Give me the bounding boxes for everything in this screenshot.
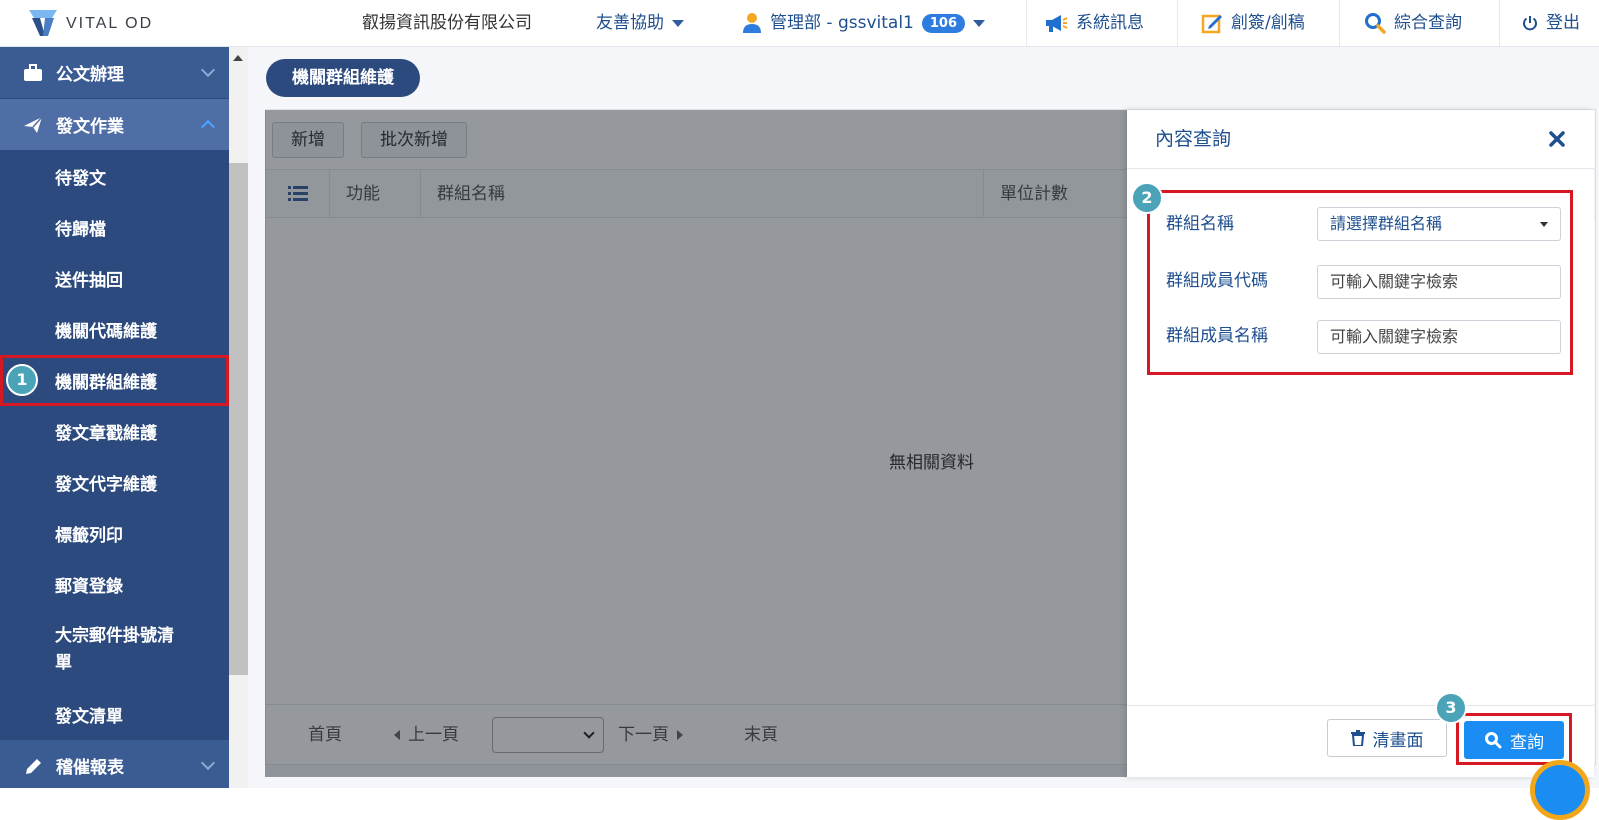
trash-icon: [1350, 730, 1365, 746]
drawer-footer: 清畫面 3 查詢: [1127, 692, 1594, 777]
modal-backdrop[interactable]: [265, 110, 1127, 777]
create-draft-link[interactable]: 創簽/創稿: [1201, 0, 1305, 46]
sidebar: 公文辦理 發文作業 待發文 待歸檔 送件抽回 機關代碼維護 1 機關群組維護 發…: [0, 47, 229, 788]
sidebar-item-label: 郵資登錄: [55, 577, 123, 597]
user-icon: [743, 13, 761, 33]
sidebar-group-document-handling[interactable]: 公文辦理: [0, 47, 229, 99]
sidebar-group-label: 發文作業: [56, 117, 124, 137]
sidebar-item-label: 送件抽回: [55, 271, 123, 291]
sidebar-item-dispatch-list[interactable]: 發文清單: [0, 689, 229, 740]
create-draft-label: 創簽/創稿: [1231, 13, 1305, 33]
logout-label: 登出: [1546, 13, 1580, 33]
logo-icon: [29, 10, 57, 36]
sidebar-item-postage[interactable]: 郵資登錄: [0, 559, 229, 610]
sidebar-item-withdraw[interactable]: 送件抽回: [0, 253, 229, 304]
global-search-link[interactable]: 綜合查詢: [1364, 0, 1462, 46]
system-message-label: 系統訊息: [1076, 13, 1144, 33]
sidebar-group-reports[interactable]: 稽催報表: [0, 740, 229, 788]
top-bar: VITAL OD 叡揚資訊股份有限公司 友善協助 管理部 - gssvital1…: [0, 0, 1599, 47]
divider: [1339, 0, 1340, 46]
edit-icon: [1201, 14, 1222, 34]
sidebar-item-bulk-mail[interactable]: 大宗郵件掛號清單: [0, 610, 229, 689]
close-icon[interactable]: [1548, 130, 1566, 148]
sidebar-group-label: 稽催報表: [56, 758, 124, 778]
paper-plane-icon: [22, 114, 44, 136]
member-name-placeholder: 可輸入關鍵字檢索: [1330, 327, 1459, 346]
page-title: 機關群組維護: [266, 59, 420, 97]
field-label-group-name: 群組名稱: [1166, 214, 1234, 234]
user-label: 管理部 - gssvital1: [770, 13, 914, 33]
sidebar-item-label: 機關代碼維護: [55, 322, 157, 342]
query-form: 2 群組名稱 請選擇群組名稱 群組成員代碼 可輸入關鍵字檢索 群組成員名稱 可輸…: [1131, 182, 1573, 375]
drawer-header: 內容查詢: [1127, 110, 1594, 169]
search-icon: [1485, 732, 1502, 749]
sidebar-item-agency-code[interactable]: 機關代碼維護: [0, 304, 229, 355]
megaphone-icon: [1046, 15, 1068, 32]
chevron-down-icon: [200, 755, 216, 771]
global-search-label: 綜合查詢: [1394, 13, 1462, 33]
notification-badge: 106: [921, 13, 965, 33]
sidebar-item-label: 待發文: [55, 169, 106, 189]
sidebar-item-label: 發文清單: [55, 707, 123, 727]
chevron-down-icon: [973, 19, 985, 27]
chevron-down-icon: [672, 19, 684, 27]
query-button-highlight: 3 查詢: [1435, 692, 1572, 765]
step-marker-3: 3: [1435, 692, 1467, 724]
sidebar-item-label: 標籤列印: [55, 526, 123, 546]
sidebar-item-label: 大宗郵件掛號清單: [55, 625, 174, 673]
scroll-up-arrow-icon[interactable]: [233, 55, 243, 61]
group-name-select-value: 請選擇群組名稱: [1330, 214, 1443, 233]
sidebar-item-label: 發文代字維護: [55, 475, 157, 495]
search-icon: [1365, 13, 1386, 34]
sidebar-item-stamp[interactable]: 發文章戳維護: [0, 406, 229, 457]
divider: [1177, 0, 1178, 46]
sidebar-item-label-print[interactable]: 標籤列印: [0, 508, 229, 559]
clear-button[interactable]: 清畫面: [1327, 719, 1447, 757]
divider: [1026, 0, 1027, 46]
caret-down-icon: [1540, 222, 1548, 227]
chevron-down-icon: [200, 62, 216, 78]
field-label-member-code: 群組成員代碼: [1166, 271, 1268, 291]
sidebar-item-agency-group[interactable]: 1 機關群組維護: [0, 355, 229, 406]
assist-menu[interactable]: 友善協助: [596, 0, 684, 46]
sidebar-group-label: 公文辦理: [56, 65, 124, 85]
drawer-title: 內容查詢: [1155, 128, 1232, 150]
sidebar-item-label: 待歸檔: [55, 220, 106, 240]
chevron-up-icon: [200, 119, 216, 135]
sidebar-item-pending-archive[interactable]: 待歸檔: [0, 202, 229, 253]
logo-text: VITAL OD: [66, 15, 154, 32]
scrollbar-thumb[interactable]: [229, 163, 248, 675]
company-name: 叡揚資訊股份有限公司: [362, 13, 532, 33]
sidebar-scrollbar[interactable]: [229, 47, 248, 788]
assist-label: 友善協助: [596, 13, 664, 33]
briefcase-icon: [22, 62, 44, 84]
user-menu[interactable]: 管理部 - gssvital1 106: [742, 0, 985, 46]
group-name-select[interactable]: 請選擇群組名稱: [1317, 207, 1561, 241]
power-icon: [1523, 16, 1537, 31]
member-name-input[interactable]: 可輸入關鍵字檢索: [1317, 320, 1561, 354]
pen-icon: [22, 755, 44, 777]
step-marker-2: 2: [1131, 182, 1163, 214]
sidebar-group-outgoing[interactable]: 發文作業: [0, 99, 229, 151]
logout-link[interactable]: 登出: [1522, 0, 1580, 46]
query-button[interactable]: 查詢: [1464, 721, 1564, 759]
sidebar-item-prefix[interactable]: 發文代字維護: [0, 457, 229, 508]
member-code-placeholder: 可輸入關鍵字檢索: [1330, 272, 1459, 291]
help-float-button[interactable]: [1530, 760, 1590, 820]
sidebar-item-label: 機關群組維護: [55, 373, 157, 393]
sidebar-item-label: 發文章戳維護: [55, 424, 157, 444]
field-label-member-name: 群組成員名稱: [1166, 326, 1268, 346]
step-marker-1: 1: [6, 364, 38, 396]
query-button-label: 查詢: [1510, 732, 1544, 753]
member-code-input[interactable]: 可輸入關鍵字檢索: [1317, 265, 1561, 299]
logo[interactable]: VITAL OD: [26, 6, 153, 42]
system-message-link[interactable]: 系統訊息: [1044, 0, 1144, 46]
divider: [1499, 0, 1500, 46]
query-drawer: 內容查詢 2 群組名稱 請選擇群組名稱 群組成員代碼 可輸入關鍵字檢索 群組成員…: [1127, 110, 1594, 777]
sidebar-item-pending-dispatch[interactable]: 待發文: [0, 151, 229, 202]
clear-button-label: 清畫面: [1372, 730, 1424, 751]
